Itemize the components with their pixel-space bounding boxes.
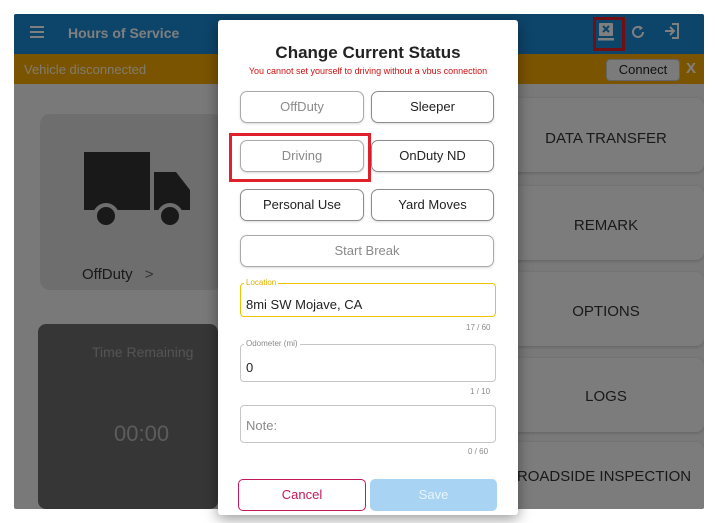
save-button[interactable]: Save [370, 479, 497, 511]
onduty-nd-button[interactable]: OnDuty ND [371, 140, 494, 172]
yard-moves-button[interactable]: Yard Moves [371, 189, 494, 221]
note-field[interactable] [240, 405, 496, 443]
offduty-button[interactable]: OffDuty [240, 91, 364, 123]
location-count: 17 / 60 [466, 323, 491, 332]
cancel-button[interactable]: Cancel [238, 479, 366, 511]
note-count: 0 / 60 [468, 447, 489, 456]
dialog-title: Change Current Status [275, 43, 461, 62]
dialog-warning: You cannot set yourself to driving witho… [248, 66, 488, 76]
odometer-field[interactable] [240, 344, 496, 382]
start-break-button[interactable]: Start Break [240, 235, 494, 267]
sleeper-button[interactable]: Sleeper [371, 91, 494, 123]
location-value: 8mi SW Mojave, CA [246, 297, 363, 312]
personal-use-button[interactable]: Personal Use [240, 189, 364, 221]
location-label: Location [244, 278, 279, 287]
driving-highlight [229, 133, 371, 182]
note-placeholder: Note: [246, 418, 278, 433]
odometer-value: 0 [246, 360, 254, 375]
odometer-count: 1 / 10 [470, 387, 491, 396]
odometer-label: Odometer (mi) [244, 339, 300, 348]
